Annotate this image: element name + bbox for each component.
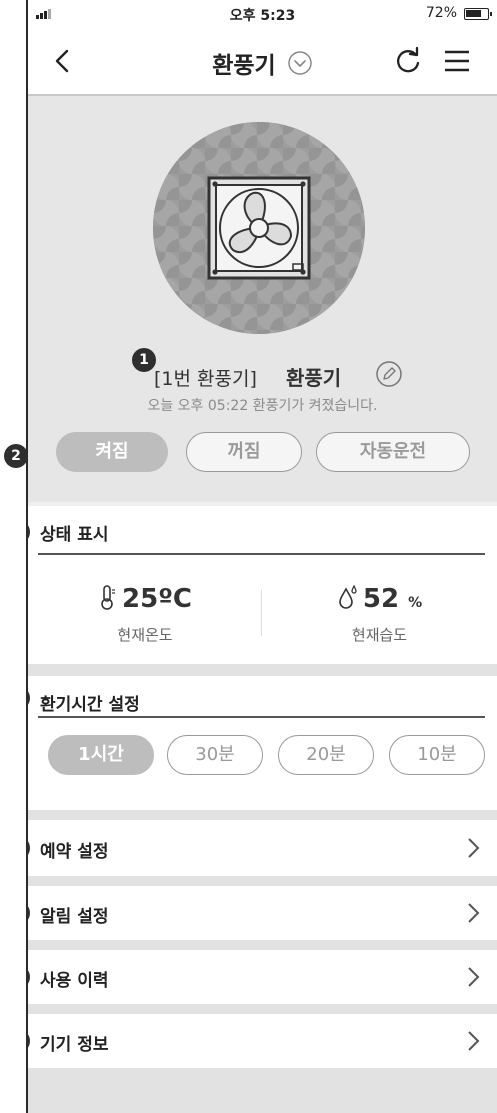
nav-bar: 환풍기: [28, 28, 497, 96]
device-name: 환풍기: [286, 366, 342, 390]
section-title-status: 상태 표시: [40, 525, 109, 545]
status-display-section: 상태 표시 25ºC 현재온도 52 % 현재습도: [28, 506, 497, 664]
battery-icon: [464, 8, 492, 20]
callout-3: 3: [28, 520, 30, 544]
chevron-down-icon[interactable]: [287, 50, 313, 76]
device-status-message: 오늘 오후 05:22 환풍기가 켜졌습니다.: [147, 398, 378, 414]
edit-pencil-icon[interactable]: [375, 360, 403, 388]
device-name-line: 1 [1번 환풍기] 환풍기: [28, 348, 497, 390]
vent-10m-button[interactable]: 10분: [389, 735, 485, 775]
callout-2: 2: [4, 444, 28, 468]
power-off-button[interactable]: 꺼짐: [186, 432, 302, 472]
menu-row-schedule[interactable]: 예약 설정 5: [28, 820, 497, 876]
power-mode-row: 켜짐 꺼짐 자동운전: [28, 432, 497, 474]
device-hero: 1 [1번 환풍기] 환풍기 오늘 오후 05:22 환풍기가 켜졌습니다. 켜…: [28, 96, 497, 502]
humidity-unit: %: [408, 595, 423, 611]
vent-20m-button[interactable]: 20분: [278, 735, 374, 775]
section-gap: [28, 1004, 497, 1014]
chevron-right-icon: [468, 967, 480, 987]
section-gap: [28, 810, 497, 820]
auto-mode-button[interactable]: 자동운전: [316, 432, 470, 472]
vent-1h-button[interactable]: 1시간: [48, 735, 154, 775]
section-gap: [28, 1068, 497, 1113]
chevron-right-icon: [468, 1031, 480, 1051]
humidity-label: 현재습도: [351, 626, 408, 644]
device-label: [1번 환풍기]: [154, 368, 257, 390]
status-bar: 오후 5:23 72%: [28, 0, 497, 28]
section-divider: [38, 716, 485, 718]
thermometer-icon: [101, 585, 116, 610]
refresh-icon[interactable]: [393, 46, 423, 76]
battery-percent: 72%: [425, 5, 457, 21]
temperature-unit: ºC: [158, 584, 192, 614]
callout-7: 7: [28, 965, 30, 989]
vent-30m-button[interactable]: 30분: [167, 735, 263, 775]
menu-row-label: 기기 정보: [40, 1035, 109, 1055]
menu-row-label: 예약 설정: [40, 842, 109, 862]
callout-6: 6: [28, 901, 30, 925]
menu-row-label: 알림 설정: [40, 907, 109, 927]
section-gap: [28, 876, 497, 886]
phone-screen: 오후 5:23 72% 환풍기 1 [1번 환풍기] 환풍기 오늘 오후 05:…: [28, 0, 497, 1113]
power-on-button[interactable]: 켜짐: [56, 432, 168, 472]
callout-5: 5: [28, 836, 30, 860]
fan-image-circle: [153, 122, 365, 334]
section-gap: [28, 940, 497, 950]
callout-1: 1: [132, 348, 156, 372]
menu-row-device-info[interactable]: 기기 정보 8: [28, 1014, 497, 1068]
menu-row-history[interactable]: 사용 이력 7: [28, 950, 497, 1004]
temperature-label: 현재온도: [117, 626, 173, 644]
section-title-vent-time: 환기시간 설정: [40, 695, 140, 715]
vent-time-section: 환기시간 설정 1시간 30분 20분 10분 4: [28, 676, 497, 810]
callout-4: 4: [28, 686, 30, 710]
temperature-block: 25ºC 현재온도: [28, 584, 262, 645]
menu-icon[interactable]: [442, 47, 472, 75]
humidity-value: 52: [362, 584, 400, 614]
section-gap: [28, 664, 497, 676]
droplet-icon: [339, 584, 357, 609]
fan-icon: [153, 122, 365, 334]
page-title: 환풍기: [212, 53, 276, 79]
temperature-value: 25: [122, 584, 159, 614]
callout-8: 8: [28, 1029, 30, 1053]
section-divider: [38, 553, 485, 555]
menu-row-label: 사용 이력: [40, 971, 109, 991]
menu-row-notifications[interactable]: 알림 설정 6: [28, 886, 497, 940]
chevron-right-icon: [468, 838, 480, 858]
chevron-right-icon: [468, 903, 480, 923]
nav-title-group[interactable]: 환풍기: [28, 46, 497, 80]
humidity-block: 52 % 현재습도: [262, 584, 497, 645]
